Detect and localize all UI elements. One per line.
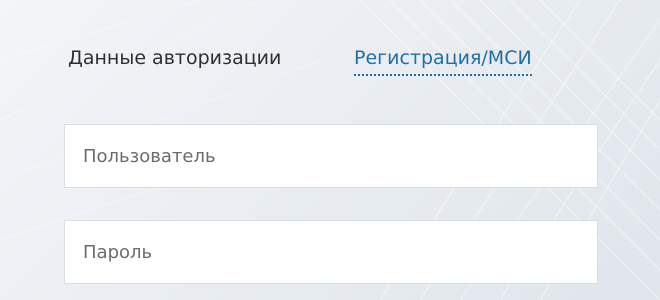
username-field-container [64, 124, 598, 188]
tab-auth-data[interactable]: Данные авторизации [68, 44, 281, 72]
username-input[interactable] [65, 125, 597, 187]
password-field-container [64, 220, 598, 284]
password-input[interactable] [65, 221, 597, 283]
tab-registration-link[interactable]: Регистрация/МСИ [354, 44, 532, 76]
